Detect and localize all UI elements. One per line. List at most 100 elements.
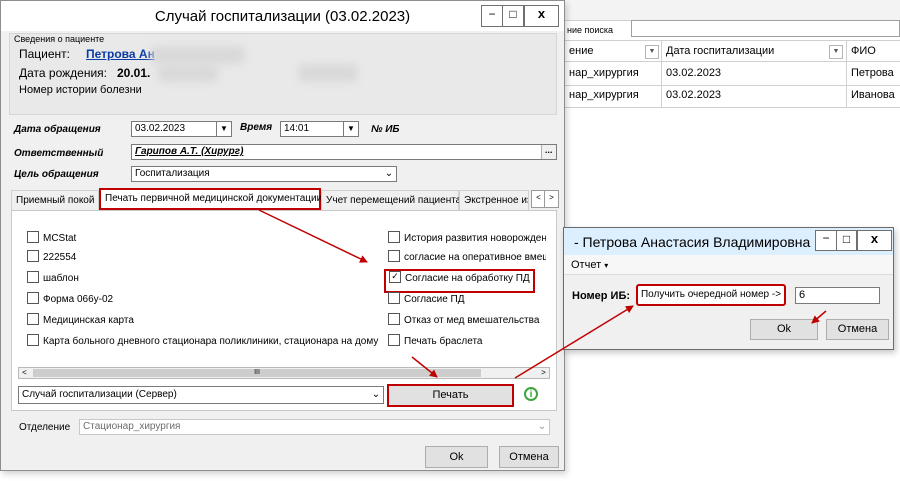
title-bar: Случай госпитализации (03.02.2023) − □ x [1,1,564,31]
tab-emergency[interactable]: Экстренное из [459,190,529,210]
ib-number-input[interactable]: 6 [795,287,880,304]
checkbox-box[interactable] [388,250,400,263]
chevron-down-icon[interactable]: ⌄ [369,388,383,402]
scrollbar-thumb[interactable]: III [33,369,481,377]
menu-report[interactable]: Отчет ▾ [571,259,608,271]
maximize-button[interactable]: □ [502,5,524,27]
purpose-select[interactable]: Госпитализация ⌄ [131,166,397,182]
date-label: Дата обращения [14,124,101,135]
hospitalization-dialog: Случай госпитализации (03.02.2023) − □ x… [0,0,565,471]
checkbox-bracelet[interactable]: Печать браслета [388,334,482,350]
checkbox-box[interactable] [27,271,39,284]
checkbox-template[interactable]: шаблон [27,271,79,287]
ok-button[interactable]: Ok [750,319,818,340]
close-button[interactable]: x [524,5,559,27]
checkbox-form-066[interactable]: Форма 066у-02 [27,292,113,308]
filter-icon[interactable]: ▼ [829,45,843,59]
patient-label: Пациент: [19,47,71,61]
checkbox-box[interactable] [388,334,400,347]
grid-header: ение ▼ Дата госпитализации ▼ ФИО [565,40,900,63]
history-number-label: Номер истории болезни [19,84,142,96]
redacted-area [158,64,218,82]
column-header-department[interactable]: ение ▼ [565,41,662,63]
table-cell: 03.02.2023 [662,85,847,107]
chevron-down-icon[interactable]: ▼ [343,122,358,136]
department-select[interactable]: Стационар_хирургия ⌄ [79,419,550,435]
patient-name-link[interactable]: Петрова Ан [86,47,155,61]
checkbox-pd-consent[interactable]: Согласие ПД [388,292,465,308]
menu-bar: Отчет ▾ [564,255,893,275]
patient-info-legend: Сведения о пациенте [14,34,105,44]
tab-admission[interactable]: Приемный покой [11,190,99,210]
department-label: Отделение [19,422,71,433]
minimize-button[interactable]: − [815,230,837,251]
tab-print-primary-docs[interactable]: Печать первичной медицинской документаци… [99,188,322,210]
redacted-area [298,64,358,82]
table-cell: Иванова [851,89,895,101]
checkbox-mcstat[interactable]: MCStat [27,231,76,247]
caret-down-icon: ▾ [604,261,609,270]
checkbox-surgery-consent[interactable]: согласие на оперативное вмеш [388,250,546,266]
title-bar: - Петрова Анастасия Владимировна − □ x [564,228,893,255]
print-button[interactable]: Печать [387,384,514,407]
tab-strip: Приемный покой Печать первичной медицинс… [11,188,559,210]
cancel-button[interactable]: Отмена [826,319,889,340]
dob-label: Дата рождения: [19,66,107,80]
time-label: Время [240,122,273,133]
table-cell: Петрова [851,67,894,79]
checkbox-day-hospital-card[interactable]: Карта больного дневного стационара полик… [27,334,378,350]
tab-patient-transfers[interactable]: Учет перемещений пациента [321,190,461,210]
ib-label: № ИБ [371,124,400,135]
checkmark-icon[interactable]: ✓ [389,271,401,284]
time-picker[interactable]: 14:01 ▼ [280,121,359,137]
chevron-down-icon[interactable]: ▼ [216,122,231,136]
table-cell: нар_хирургия [565,85,662,107]
chevron-down-icon[interactable]: ⌄ [535,420,549,434]
checkbox-box[interactable] [388,313,400,326]
checkbox-newborn-history[interactable]: История развития новорожден [388,231,546,247]
chevron-down-icon[interactable]: ⌄ [382,167,396,181]
checkbox-pd-processing-consent[interactable]: ✓ Согласие на обработку ПД [384,269,535,293]
dialog-title: Случай госпитализации (03.02.2023) [154,8,411,25]
search-label: ние поиска [567,25,614,35]
checkbox-box[interactable] [27,250,39,263]
checkbox-box[interactable] [388,292,400,305]
checkbox-refusal[interactable]: Отказ от мед вмешательства [388,313,539,329]
get-next-number-button[interactable]: Получить очередной номер -> [636,284,786,306]
date-picker[interactable]: 03.02.2023 ▼ [131,121,232,137]
table-cell: нар_хирургия [565,63,662,85]
checkbox-box[interactable] [27,292,39,305]
ib-number-dialog: - Петрова Анастасия Владимировна − □ x О… [563,227,894,350]
responsible-field[interactable]: Гарипов А.Т. (Хирург) ... [131,144,557,160]
background-window-toolbar [565,0,900,21]
checkbox-box[interactable] [27,334,39,347]
tab-scroll-right-icon[interactable]: > [544,190,559,208]
cancel-button[interactable]: Отмена [499,446,559,468]
search-input[interactable] [631,20,900,37]
checkbox-box[interactable] [27,231,39,244]
checkbox-box[interactable] [388,231,400,244]
checkbox-box[interactable] [27,313,39,326]
dialog-title: - Петрова Анастасия Владимировна [574,234,811,250]
table-row[interactable]: нар_хирургия 03.02.2023 Иванова [565,85,900,108]
table-row[interactable]: нар_хирургия 03.02.2023 Петрова [565,63,900,86]
ellipsis-button[interactable]: ... [541,145,556,159]
print-source-select[interactable]: Случай госпитализации (Сервер) ⌄ [18,386,384,404]
purpose-label: Цель обращения [14,169,99,180]
redacted-area [151,46,245,64]
column-header-fio[interactable]: ФИО [847,41,900,63]
minimize-button[interactable]: − [481,5,503,27]
column-header-hospitalization-date[interactable]: Дата госпитализации ▼ [662,41,847,63]
responsible-label: Ответственный [14,148,104,159]
close-button[interactable]: x [857,230,892,251]
patient-info-group: Сведения о пациенте Пациент: Петрова Ан … [9,33,557,115]
horizontal-scrollbar[interactable]: < III > [18,367,550,379]
scroll-right-icon[interactable]: > [538,368,549,378]
checkbox-medical-card[interactable]: Медицинская карта [27,313,134,329]
maximize-button[interactable]: □ [836,230,857,251]
ok-button[interactable]: Ok [425,446,488,468]
info-icon[interactable]: i [524,387,538,401]
checkbox-222554[interactable]: 222554 [27,250,76,266]
scroll-left-icon[interactable]: < [19,368,30,378]
filter-icon[interactable]: ▼ [645,45,659,59]
